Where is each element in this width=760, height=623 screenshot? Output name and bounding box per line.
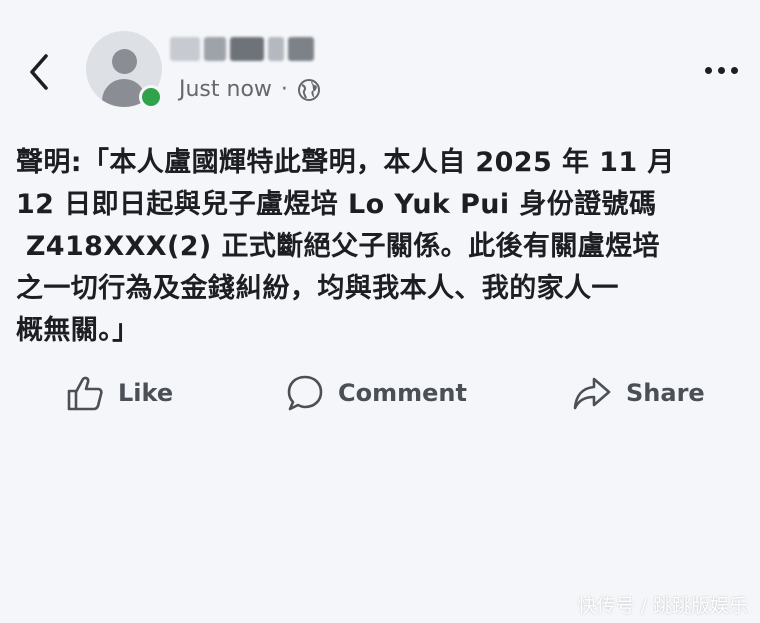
source-watermark: 快传号 / 跳跳版娱乐 [577,595,748,617]
like-label: Like [118,379,174,407]
share-button[interactable]: Share [572,368,705,418]
author-name-blurred[interactable] [170,34,318,64]
online-status-dot [139,85,163,109]
avatar-head-shape [112,49,137,74]
more-dot [718,66,725,74]
post-body-text: 聲明:「本人盧國輝特此聲明，本人自 2025 年 11 月 12 日即日起與兒子… [16,147,675,346]
post-header: Just now · [0,0,760,130]
meta-separator: · [280,77,288,102]
share-label: Share [626,379,705,407]
comment-button[interactable]: Comment [286,368,467,418]
more-dot [731,66,738,74]
thumbs-up-icon [67,376,103,411]
comment-label: Comment [338,379,467,407]
more-dot [705,66,712,74]
post-meta: Just now · [179,77,321,102]
globe-icon [297,78,320,101]
post-time: Just now [179,77,272,102]
chevron-left-icon [30,54,48,90]
more-options-button[interactable] [705,60,745,80]
back-button[interactable] [22,52,56,92]
comment-bubble-icon [287,375,323,411]
post-action-bar: Like Comment Share [0,368,760,418]
like-button[interactable]: Like [66,368,173,418]
share-arrow-icon [573,377,611,410]
